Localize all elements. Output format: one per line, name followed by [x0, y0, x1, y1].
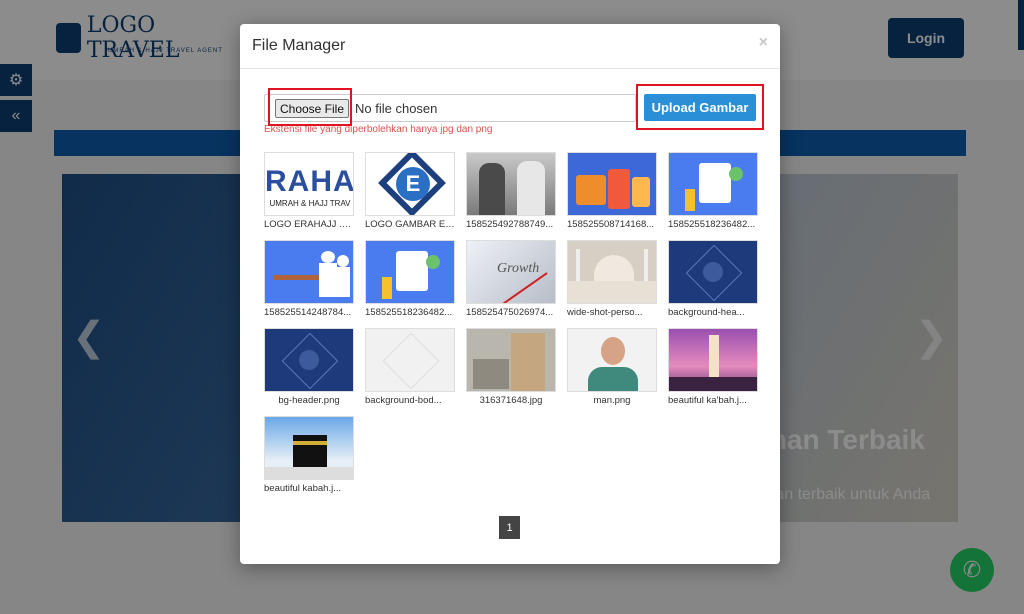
thumbnail-image[interactable] [365, 328, 455, 392]
file-status-text: No file chosen [355, 101, 438, 116]
file-thumbnail[interactable]: man.png [567, 328, 657, 412]
modal-title: File Manager [252, 37, 346, 54]
thumbnail-image[interactable] [668, 152, 758, 216]
modal-header: File Manager × [240, 24, 780, 69]
file-thumbnail[interactable]: 158525518236482... [365, 240, 455, 324]
thumbnail-caption: background-hea... [668, 307, 745, 318]
thumbnail-image[interactable] [365, 240, 455, 304]
file-thumbnail[interactable]: 316371648.jpg [466, 328, 556, 412]
thumbnail-caption: beautiful ka'bah.j... [668, 395, 747, 406]
thumbnail-caption: wide-shot-perso... [567, 307, 643, 318]
file-thumbnail[interactable]: bg-header.png [264, 328, 354, 412]
thumbnail-image[interactable] [668, 240, 758, 304]
thumbnail-caption: 158525508714168... [567, 219, 655, 230]
thumbnail-caption: 158525475026974... [466, 307, 554, 318]
thumbnail-image[interactable] [567, 240, 657, 304]
thumbnail-image[interactable] [668, 328, 758, 392]
file-thumbnail[interactable]: beautiful kabah.j... [264, 416, 354, 500]
file-thumbnail[interactable]: background-hea... [668, 240, 758, 324]
thumbnail-caption: 158525492788749... [466, 219, 554, 230]
thumbnail-image[interactable] [567, 152, 657, 216]
thumbnail-caption: LOGO ERAHAJJ .p... [264, 219, 354, 230]
thumbnail-caption: 158525518236482... [668, 219, 756, 230]
thumbnail-caption: man.png [593, 395, 631, 406]
file-thumbnail[interactable]: wide-shot-perso... [567, 240, 657, 324]
close-icon[interactable]: × [759, 34, 768, 52]
thumbnail-image[interactable] [466, 152, 556, 216]
thumbnail-image[interactable] [264, 240, 354, 304]
thumbnail-image[interactable] [466, 328, 556, 392]
file-thumbnail[interactable]: RAHA UMRAH & HAJJ TRAV LOGO ERAHAJJ .p... [264, 152, 354, 236]
choose-file-highlight [268, 88, 352, 126]
thumbnail-image[interactable]: E [365, 152, 455, 216]
file-thumbnail[interactable]: background-bod... [365, 328, 455, 412]
file-thumbnail[interactable]: beautiful ka'bah.j... [668, 328, 758, 412]
pagination-page[interactable]: 1 [499, 516, 520, 539]
thumbnail-caption: beautiful kabah.j... [264, 483, 342, 494]
file-thumbnail[interactable]: E LOGO GAMBAR ER... [365, 152, 455, 236]
file-thumbnail[interactable]: 158525492788749... [466, 152, 556, 236]
thumbnail-image[interactable] [264, 416, 354, 480]
thumbnail-image[interactable] [567, 328, 657, 392]
thumbnail-caption: 158525518236482... [365, 307, 453, 318]
file-thumbnail[interactable]: Growth 158525475026974... [466, 240, 556, 324]
thumbnail-image[interactable]: Growth [466, 240, 556, 304]
file-thumbnail[interactable]: 158525514248784... [264, 240, 354, 324]
thumbnail-caption: 316371648.jpg [479, 395, 543, 406]
thumbnail-caption: 158525514248784... [264, 307, 352, 318]
thumbnail-caption: background-bod... [365, 395, 442, 406]
thumbnail-caption: bg-header.png [278, 395, 340, 406]
upload-highlight [636, 84, 764, 130]
file-thumbnail[interactable]: 158525508714168... [567, 152, 657, 236]
thumbnail-image[interactable]: RAHA UMRAH & HAJJ TRAV [264, 152, 354, 216]
thumbnail-caption: LOGO GAMBAR ER... [365, 219, 455, 230]
file-thumbnail[interactable]: 158525518236482... [668, 152, 758, 236]
thumbnail-image[interactable] [264, 328, 354, 392]
